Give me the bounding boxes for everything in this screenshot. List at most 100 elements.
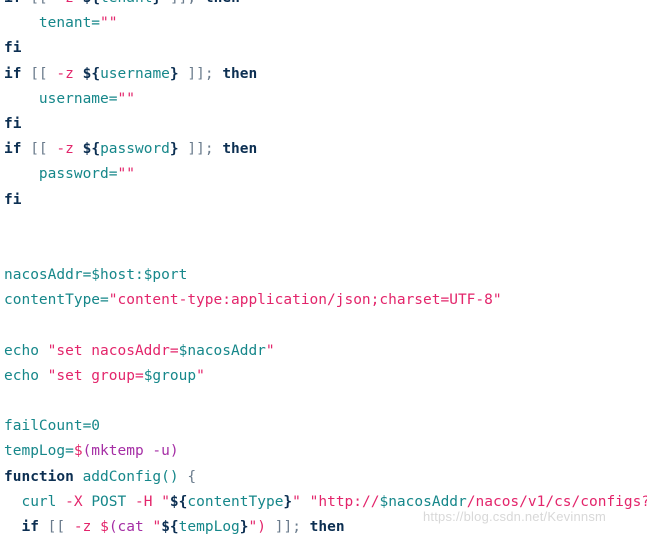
code-token-op: [[ [30, 65, 48, 82]
code-token-var: username [100, 65, 170, 82]
code-token-kw: then [205, 0, 240, 6]
code-token-str: "set group= [47, 367, 144, 384]
code-token-kw: if [4, 0, 21, 6]
code-token-op: [[ [47, 518, 66, 535]
code-token-str: "http:// [309, 493, 380, 510]
code-token-op: ; [204, 141, 214, 158]
code-token-kw: if [21, 518, 39, 535]
code-token-str: " [292, 493, 301, 510]
code-line: echo "set nacosAddr=$nacosAddr" [0, 339, 647, 364]
code-token-str: "" [117, 166, 135, 183]
code-token-str: "content-type:application/json;charset=U… [108, 292, 502, 309]
code-token-var: POST [91, 493, 127, 510]
code-token-var: $group [143, 367, 197, 384]
code-token-kw: if [4, 65, 22, 82]
code-token-var: username= [38, 90, 118, 107]
code-line: fi [0, 112, 647, 137]
code-token-var: tempLog= [4, 443, 74, 460]
code-line: curl -X POST -H "${contentType}" "http:/… [0, 490, 647, 515]
code-screenshot-viewport: if [[ -z ${tenant} ]]; then tenant=""fii… [0, 0, 647, 539]
code-token-kw: } [169, 65, 179, 82]
code-line: tenant="" [0, 11, 647, 36]
code-token-kw: ${ [161, 518, 179, 535]
code-token-var: tenant [100, 0, 152, 6]
code-token-op: ]] [187, 65, 205, 82]
code-token-kw: then [222, 141, 258, 158]
code-token-dollar: $ [73, 443, 83, 460]
code-token-var: echo [4, 342, 39, 359]
code-token-kw: ${ [82, 65, 101, 82]
code-line: fi [0, 188, 647, 213]
code-line: echo "set group=$group" [0, 364, 647, 389]
code-token-str: -z [56, 141, 74, 158]
code-token-var: $nacosAddr [379, 493, 467, 510]
code-token-str: "" [117, 90, 135, 107]
code-token-fn: (mktemp -u) [82, 443, 179, 460]
code-token-str: "" [100, 15, 118, 32]
code-token-var: tenant= [38, 15, 101, 32]
code-token-str: /nacos/v1/cs/configs?dataI [466, 493, 647, 510]
code-token-var: failCount=0 [4, 418, 101, 435]
code-line: if [[ -z $(cat "${tempLog}") ]]; then [0, 515, 647, 539]
code-token-op: ; [187, 0, 196, 6]
code-token-str: " [196, 367, 205, 384]
code-token-str: -H [134, 493, 153, 510]
code-token-str: -z [56, 0, 73, 6]
code-token-kw: ${ [82, 141, 101, 158]
shell-code-block[interactable]: if [[ -z ${tenant} ]]; then tenant=""fii… [0, 0, 647, 539]
code-token-kw: fi [4, 40, 22, 57]
code-token-kw: ${ [169, 493, 188, 510]
code-token-op: ; [204, 65, 214, 82]
code-token-kw: function [4, 468, 74, 485]
code-line: contentType="content-type:application/js… [0, 288, 647, 313]
code-token-op: { [187, 468, 197, 485]
code-line: function addConfig() { [0, 465, 647, 490]
code-token-kw: } [283, 493, 293, 510]
code-token-var: curl [21, 493, 57, 510]
code-token-op: ; [292, 518, 301, 535]
code-token-kw: then [222, 65, 258, 82]
code-token-str: -z [56, 65, 74, 82]
code-token-dollar: $ [100, 518, 109, 535]
code-line: if [[ -z ${username} ]]; then [0, 62, 647, 87]
code-token-var: nacosAddr=$host:$port [4, 267, 188, 284]
code-token-var: $nacosAddr [178, 342, 266, 359]
code-token-kw: ${ [83, 0, 100, 6]
code-token-str: " [265, 342, 275, 359]
code-line: failCount=0 [0, 414, 647, 439]
code-token-str: ") [248, 518, 266, 535]
code-token-kw: if [4, 141, 22, 158]
code-line: if [[ -z ${password} ]]; then [0, 137, 647, 162]
code-token-var: tempLog [178, 518, 240, 535]
code-token-fn: (cat [108, 518, 153, 535]
code-token-var: contentType= [4, 292, 109, 309]
code-token-str: -X [65, 493, 83, 510]
code-token-kw: } [169, 141, 179, 158]
code-token-var: password= [38, 166, 118, 183]
code-line: password="" [0, 162, 647, 187]
code-line: fi [0, 36, 647, 61]
